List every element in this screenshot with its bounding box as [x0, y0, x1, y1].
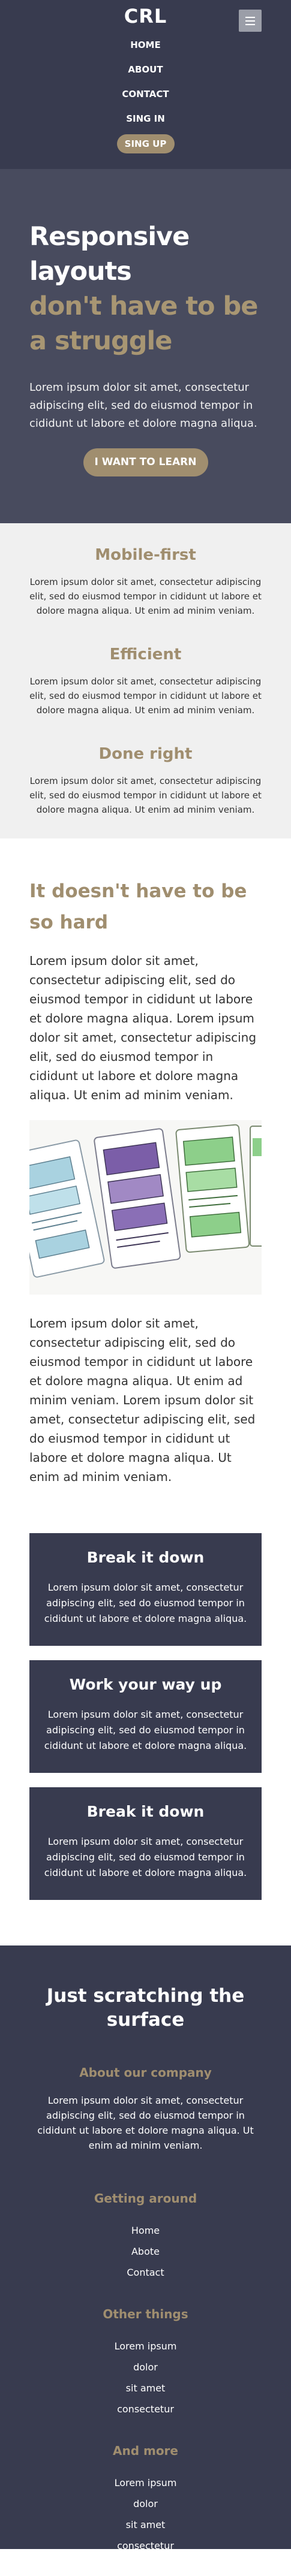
menu-bar — [245, 23, 255, 25]
menu-bar — [245, 20, 255, 22]
footer-link[interactable]: Lorem ipsum — [115, 2477, 177, 2488]
footer-link[interactable]: dolor — [133, 2361, 158, 2373]
feature-done-right: Done right Lorem ipsum dolor sit amet, c… — [29, 744, 262, 817]
feature-efficient: Efficient Lorem ipsum dolor sit amet, co… — [29, 644, 262, 717]
feature-title: Efficient — [109, 645, 182, 663]
main-title: It doesn't have to be so hard — [29, 880, 247, 933]
site-header: CRL HOME ABOUT CONTACT SING IN SING UP — [0, 0, 291, 169]
wireframe-sketch-image — [29, 1120, 262, 1295]
learn-button[interactable]: I WANT TO LEARN — [83, 448, 208, 476]
cards-list: Break it down Lorem ipsum dolor sit amet… — [29, 1533, 262, 1900]
site-footer: Just scratching the surface About our co… — [0, 1945, 291, 2551]
card-break-it-down: Break it down Lorem ipsum dolor sit amet… — [29, 1533, 262, 1646]
footer-about-heading: About our company — [79, 2065, 212, 2080]
footer-other-links: Lorem ipsum dolor sit amet consectetur — [29, 2336, 262, 2420]
footer-link[interactable]: consectetur — [117, 2403, 174, 2415]
footer-more-heading: And more — [112, 2444, 178, 2458]
hero-section: Responsive layouts don't have to be a st… — [0, 169, 291, 523]
footer-getting-around-links: Home Abote Contact — [29, 2220, 262, 2283]
main-section: It doesn't have to be so hard Lorem ipsu… — [0, 838, 291, 1945]
features-section: Mobile-first Lorem ipsum dolor sit amet,… — [0, 523, 291, 838]
nav-home[interactable]: HOME — [130, 40, 160, 50]
footer-link[interactable]: consectetur — [117, 2540, 174, 2551]
hero-title-main: Responsive layouts — [29, 222, 190, 286]
nav-contact[interactable]: CONTACT — [122, 89, 169, 99]
card-text: Lorem ipsum dolor sit amet, consectetur … — [44, 1836, 247, 1878]
footer-link-home[interactable]: Home — [131, 2225, 160, 2236]
feature-text: Lorem ipsum dolor sit amet, consectetur … — [29, 577, 262, 616]
footer-title: Just scratching the surface — [46, 1985, 245, 2031]
hero-title: Responsive layouts don't have to be a st… — [29, 219, 262, 358]
feature-title: Mobile-first — [95, 546, 196, 564]
feature-title: Done right — [98, 745, 193, 763]
nav-sign-in[interactable]: SING IN — [126, 113, 165, 124]
hamburger-menu-icon[interactable] — [239, 10, 262, 32]
nav-about[interactable]: ABOUT — [128, 64, 163, 75]
feature-text: Lorem ipsum dolor sit amet, consectetur … — [29, 776, 262, 815]
card-text: Lorem ipsum dolor sit amet, consectetur … — [44, 1582, 247, 1624]
footer-link[interactable]: sit amet — [126, 2382, 166, 2394]
card-title: Break it down — [86, 1803, 205, 1820]
footer-getting-around-heading: Getting around — [94, 2191, 197, 2206]
footer-link[interactable]: sit amet — [126, 2519, 166, 2530]
main-text-secondary: Lorem ipsum dolor sit amet, consectetur … — [29, 1316, 256, 1484]
hero-text: Lorem ipsum dolor sit amet, consectetur … — [29, 381, 257, 430]
menu-bar — [245, 16, 255, 18]
feature-mobile-first: Mobile-first Lorem ipsum dolor sit amet,… — [29, 545, 262, 618]
card-break-it-down-2: Break it down Lorem ipsum dolor sit amet… — [29, 1787, 262, 1900]
card-title: Break it down — [86, 1549, 205, 1566]
footer-other-heading: Other things — [103, 2307, 188, 2321]
feature-text: Lorem ipsum dolor sit amet, consectetur … — [29, 676, 262, 716]
footer-link-contact[interactable]: Contact — [127, 2267, 164, 2278]
sign-up-button[interactable]: SING UP — [116, 134, 175, 153]
footer-link[interactable]: dolor — [133, 2498, 158, 2509]
card-text: Lorem ipsum dolor sit amet, consectetur … — [44, 1709, 247, 1751]
main-text: Lorem ipsum dolor sit amet, consectetur … — [29, 954, 257, 1102]
card-title: Work your way up — [69, 1676, 222, 1693]
card-work-your-way-up: Work your way up Lorem ipsum dolor sit a… — [29, 1660, 262, 1773]
footer-about-text: Lorem ipsum dolor sit amet, consectetur … — [37, 2095, 254, 2151]
footer-more-links: Lorem ipsum dolor sit amet consectetur — [29, 2472, 262, 2556]
main-nav: HOME ABOUT CONTACT SING IN — [0, 32, 291, 131]
hero-title-accent: don't have to be a struggle — [29, 291, 258, 356]
footer-link-about[interactable]: Abote — [131, 2246, 160, 2257]
footer-link[interactable]: Lorem ipsum — [115, 2340, 177, 2352]
